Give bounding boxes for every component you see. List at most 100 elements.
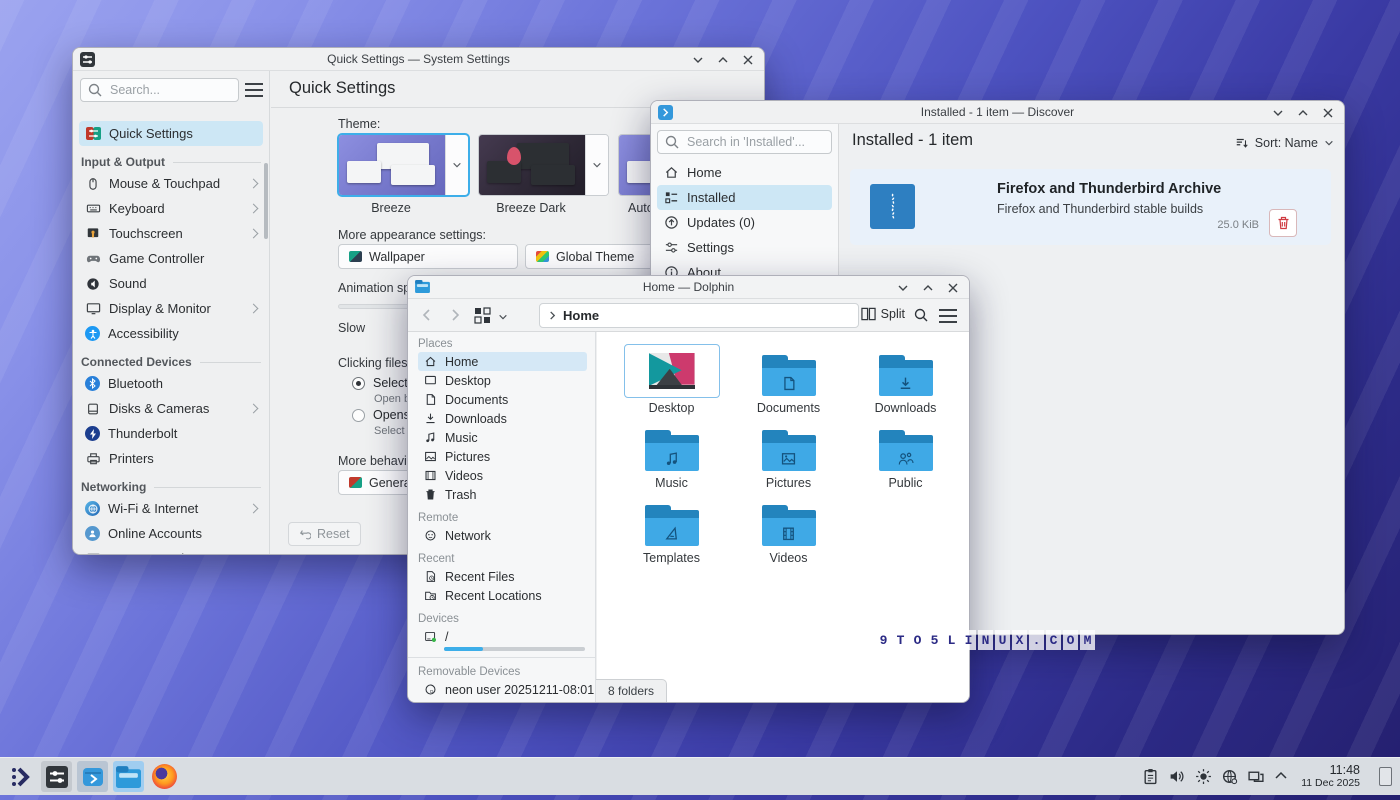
settings-menu-icon[interactable] [245,83,263,97]
minimize-icon[interactable] [897,282,909,294]
place-videos[interactable]: Videos [418,466,587,485]
place-music[interactable]: Music [418,428,587,447]
installed-app-card[interactable]: Firefox and Thunderbird Archive Firefox … [850,169,1331,245]
close-icon[interactable] [742,54,754,66]
show-desktop-button[interactable] [1379,767,1392,786]
sidebar-item-accessibility[interactable]: Accessibility [79,321,263,346]
chevron-down-icon [592,160,602,170]
brightness-icon[interactable] [1195,768,1212,785]
place-recent-locations[interactable]: Recent Locations [418,586,587,605]
screens-icon[interactable] [1247,768,1265,785]
sidebar-item-display-monitor[interactable]: Display & Monitor [79,296,263,321]
settings-search-input[interactable] [108,82,232,98]
theme-card-breeze-dark[interactable] [478,134,609,196]
discover-nav-home[interactable]: Home [657,160,832,185]
app-launcher-button[interactable] [5,761,36,792]
settings-search-field[interactable] [80,78,239,102]
sidebar-scrollbar[interactable] [264,163,268,239]
discover-nav-updates[interactable]: Updates (0) [657,210,832,235]
search-icon[interactable] [913,307,929,323]
device-root[interactable]: / [418,627,587,646]
keyboard-icon [85,201,101,217]
system-tray: 11:48 11 Dec 2025 [1142,764,1400,788]
minimize-icon[interactable] [692,54,704,66]
dolphin-titlebar[interactable]: Home — Dolphin [408,276,969,299]
sidebar-item-mouse-touchpad[interactable]: Mouse & Touchpad [79,171,263,196]
folder-item-music[interactable]: Music [613,415,730,490]
place-home[interactable]: Home [418,352,587,371]
place-desktop[interactable]: Desktop [418,371,587,390]
sidebar-item-thunderbolt[interactable]: Thunderbolt [79,421,263,446]
place-downloads[interactable]: Downloads [418,409,587,428]
place-network[interactable]: Network [418,526,587,545]
discover-nav-installed[interactable]: Installed [657,185,832,210]
reset-button[interactable]: Reset [288,522,361,546]
maximize-icon[interactable] [922,282,934,294]
desktop-icon [422,373,438,389]
sort-icon [1235,136,1249,150]
breeze-dark-preview [479,135,585,195]
sidebar-item-label: Quick Settings [109,126,193,141]
sidebar-item-quick-settings[interactable]: Quick Settings [79,121,263,146]
network-globe-icon[interactable] [1221,768,1238,785]
breadcrumb[interactable]: Home [539,303,859,328]
device-removable[interactable]: D neon user 20251211-08:01 [418,680,587,699]
theme-dropdown-button[interactable] [585,135,608,195]
folder-item-public[interactable]: Public [847,415,964,490]
folder-item-templates[interactable]: Templates [613,490,730,565]
sidebar-item-bluetooth[interactable]: Bluetooth [79,371,263,396]
folder-item-desktop[interactable]: Desktop [613,340,730,415]
minimize-icon[interactable] [1272,107,1284,119]
sidebar-item-online-accounts[interactable]: Online Accounts [79,521,263,546]
close-icon[interactable] [947,282,959,294]
dolphin-menu-icon[interactable] [939,309,957,323]
theme-card-breeze[interactable] [338,134,469,196]
sidebar-item-keyboard[interactable]: Keyboard [79,196,263,221]
discover-search-input[interactable] [685,134,825,150]
split-button[interactable]: Split [861,307,905,321]
place-documents[interactable]: Documents [418,390,587,409]
sidebar-item-remote-desktop[interactable]: Remote Desktop [79,546,263,554]
tray-expand-icon[interactable] [1274,770,1288,782]
sort-control[interactable]: Sort: Name [1235,136,1334,150]
search-icon [664,134,680,150]
place-pictures[interactable]: Pictures [418,447,587,466]
discover-nav-settings[interactable]: Settings [657,235,832,260]
place-trash[interactable]: Trash [418,485,587,504]
sidebar-item-touchscreen[interactable]: Touchscreen [79,221,263,246]
view-mode-icon[interactable] [474,307,491,324]
radio-off-icon[interactable] [352,409,365,422]
clipboard-icon[interactable] [1142,768,1159,785]
folder-icon [762,355,816,396]
close-icon[interactable] [1322,107,1334,119]
sidebar-item-disks-cameras[interactable]: Disks & Cameras [79,396,263,421]
back-icon[interactable] [420,308,434,322]
clock[interactable]: 11:48 11 Dec 2025 [1301,764,1360,788]
taskbar-discover[interactable] [77,761,108,792]
taskbar-dolphin[interactable] [113,761,144,792]
folder-item-pictures[interactable]: Pictures [730,415,847,490]
taskbar-firefox[interactable] [149,761,180,792]
volume-icon[interactable] [1168,768,1186,785]
sidebar-item-printers[interactable]: Printers [79,446,263,471]
taskbar-system-settings[interactable] [41,761,72,792]
discover-search-field[interactable] [657,130,832,154]
radio-on-icon[interactable] [352,377,365,390]
folder-item-videos[interactable]: Videos [730,490,847,565]
forward-icon[interactable] [448,308,462,322]
chevron-down-icon[interactable] [498,312,508,322]
theme-dropdown-button[interactable] [445,135,468,195]
maximize-icon[interactable] [717,54,729,66]
undo-icon [299,528,311,540]
place-recent-files[interactable]: Recent Files [418,567,587,586]
sidebar-item-sound[interactable]: Sound [79,271,263,296]
wallpaper-button[interactable]: Wallpaper [338,244,518,269]
discover-titlebar[interactable]: Installed - 1 item — Discover [651,101,1344,124]
uninstall-button[interactable] [1269,209,1297,237]
sidebar-item-wifi-internet[interactable]: Wi-Fi & Internet [79,496,263,521]
folder-item-downloads[interactable]: Downloads [847,340,964,415]
folder-item-documents[interactable]: Documents [730,340,847,415]
sidebar-item-game-controller[interactable]: Game Controller [79,246,263,271]
maximize-icon[interactable] [1297,107,1309,119]
settings-titlebar[interactable]: Quick Settings — System Settings [73,48,764,71]
